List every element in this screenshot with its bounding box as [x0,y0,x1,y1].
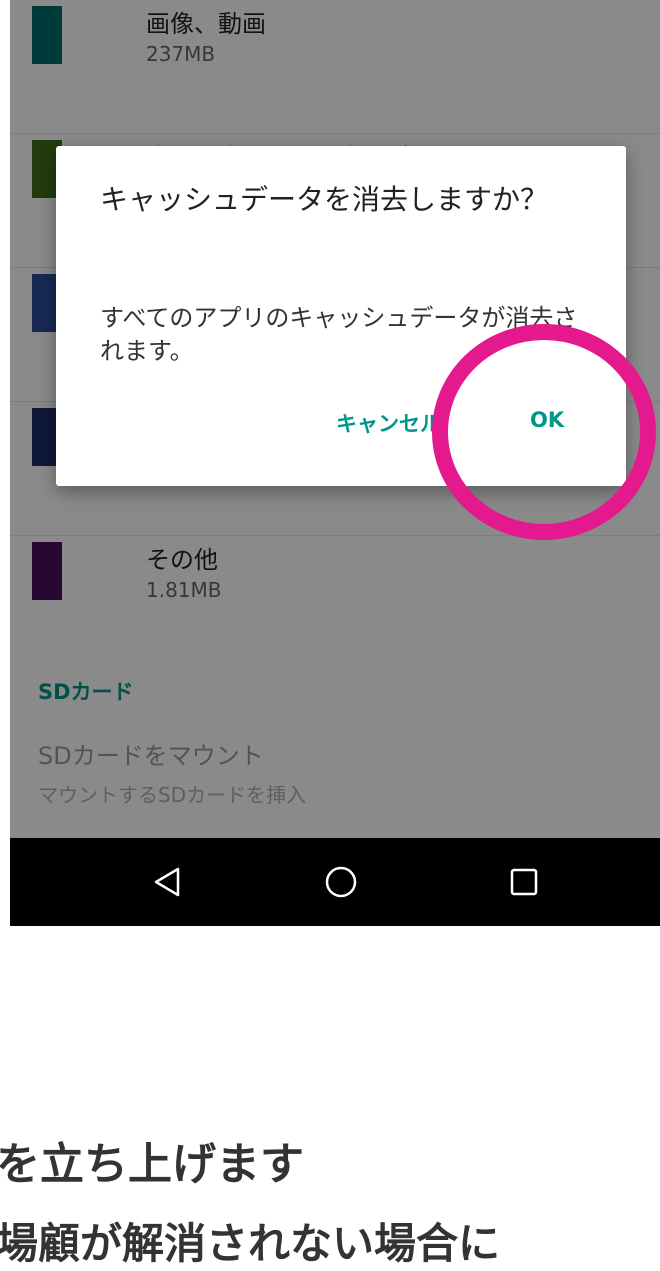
dialog-title: キャッシュデータを消去しますか？ [100,183,549,216]
navigation-bar [10,838,660,926]
home-icon[interactable] [311,852,371,912]
cancel-button[interactable]: キャンセル [336,408,441,438]
instruction-heading: を立ち上げます [0,1139,304,1190]
recents-icon[interactable] [494,852,554,912]
back-icon[interactable] [138,852,198,912]
highlight-circle [432,324,656,540]
instruction-subheading: 場顧が解消されない場合に [0,1219,501,1268]
